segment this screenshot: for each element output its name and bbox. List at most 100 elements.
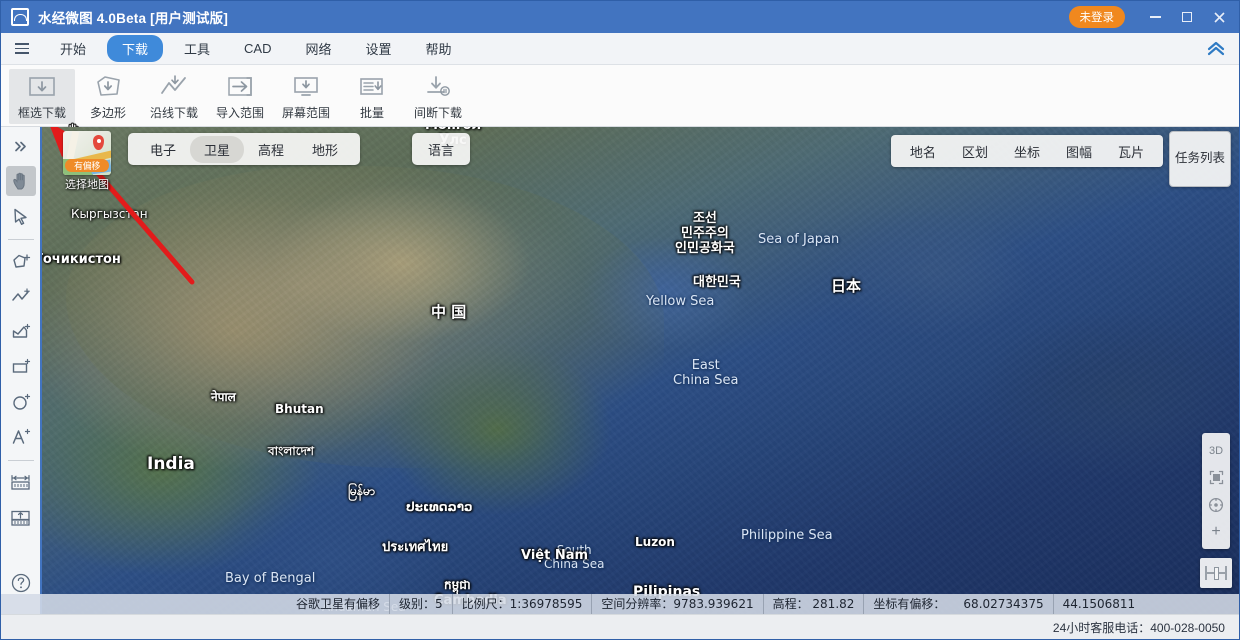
batch-button[interactable]: 批量	[339, 69, 405, 124]
interrupt-download-button[interactable]: 间断下载	[405, 69, 471, 124]
app-logo-icon	[11, 8, 29, 26]
expand-panel-button[interactable]	[6, 131, 36, 161]
rect-download-icon	[27, 73, 57, 101]
menu-item-help[interactable]: 帮助	[413, 35, 465, 62]
title-bar: 水经微图 4.0Beta [用户测试版] 未登录	[1, 1, 1239, 33]
status-scale: 比例尺：1:36978595	[453, 594, 593, 614]
status-coordinate-label: 坐标有偏移：	[864, 594, 954, 614]
zoom-slider-track	[1205, 572, 1227, 574]
circle-plus-icon	[11, 392, 31, 412]
rect-download-label: 框选下载	[18, 104, 66, 121]
text-plus-icon	[11, 427, 31, 447]
task-list-button[interactable]: 任务列表	[1169, 131, 1231, 187]
interrupt-download-icon	[423, 73, 453, 101]
screen-range-label: 屏幕范围	[282, 104, 330, 121]
ribbon-toolbar: 框选下载 多边形 沿线下载	[1, 65, 1239, 127]
add-circle-button[interactable]	[6, 387, 36, 417]
menu-item-network[interactable]: 网络	[293, 35, 345, 62]
overlay-toggle-mapsheet[interactable]: 图幅	[1053, 138, 1105, 165]
locate-button[interactable]	[1203, 491, 1229, 518]
status-zoom-level: 级别：5	[390, 594, 453, 614]
map-type-tab-terrain[interactable]: 地形	[298, 136, 352, 163]
status-resolution: 空间分辨率：9783.939621	[592, 594, 763, 614]
import-range-icon	[225, 73, 255, 101]
overlay-toggle-coordinates[interactable]: 坐标	[1001, 138, 1053, 165]
map-landmass-shading	[66, 166, 665, 468]
measure-area-button[interactable]	[6, 503, 36, 533]
map-source-thumbnail-icon: 有偏移	[63, 131, 111, 175]
close-button[interactable]	[1203, 1, 1235, 33]
minimize-button[interactable]	[1139, 1, 1171, 33]
map-source-chooser[interactable]: 有偏移 选择地图	[56, 131, 118, 192]
ruler-area-icon	[10, 508, 31, 528]
map-offset-badge: 有偏移	[65, 159, 109, 172]
menu-item-start[interactable]: 开始	[47, 35, 99, 62]
menu-item-cad[interactable]: CAD	[231, 37, 284, 60]
support-phone: 24小时客服电话：400-028-0050	[1053, 619, 1225, 636]
hand-icon	[11, 171, 31, 191]
maximize-icon	[1182, 12, 1192, 22]
status-map-source: 谷歌卫星有偏移	[287, 594, 390, 614]
zoom-in-button[interactable]: +	[1203, 518, 1229, 545]
overlay-toggle-placenames[interactable]: 地名	[897, 138, 949, 165]
select-tool-button[interactable]	[6, 201, 36, 231]
import-range-button[interactable]: 导入范围	[207, 69, 273, 124]
area-plus-icon	[11, 322, 31, 342]
overlay-toggle-districts[interactable]: 区划	[949, 138, 1001, 165]
rectangle-plus-icon	[11, 357, 31, 377]
map-sea-shading	[736, 205, 1071, 419]
measure-distance-button[interactable]	[6, 468, 36, 498]
polyline-download-label: 沿线下载	[150, 104, 198, 121]
maximize-button[interactable]	[1171, 1, 1203, 33]
map-type-tab-elevation[interactable]: 高程	[244, 136, 298, 163]
add-area-button[interactable]	[6, 317, 36, 347]
zoom-slider[interactable]	[1200, 558, 1232, 588]
login-status-badge[interactable]: 未登录	[1069, 6, 1126, 28]
fullscreen-button[interactable]	[1203, 464, 1229, 491]
three-d-button[interactable]: 3D	[1203, 437, 1229, 464]
zoom-slider-thumb[interactable]	[1214, 567, 1219, 580]
pan-tool-button[interactable]	[6, 166, 36, 196]
cursor-arrow-icon	[11, 207, 30, 226]
map-view-controls: 3D +	[1202, 433, 1230, 549]
map-type-tab-satellite[interactable]: 卫星	[190, 136, 244, 163]
screen-range-button[interactable]: 屏幕范围	[273, 69, 339, 124]
rect-download-button[interactable]: 框选下载	[9, 69, 75, 124]
add-polygon-button[interactable]	[6, 247, 36, 277]
workspace: МонголУлсКыргызстанТочикистон中 国조선민주주의인민…	[1, 127, 1239, 614]
map-type-tabs: 电子 卫星 高程 地形	[128, 133, 360, 165]
add-rectangle-button[interactable]	[6, 352, 36, 382]
menu-item-settings[interactable]: 设置	[353, 35, 405, 62]
polyline-download-button[interactable]: 沿线下载	[141, 69, 207, 124]
double-chevron-up-icon	[1206, 40, 1226, 58]
menu-bar: 开始 下载 工具 CAD 网络 设置 帮助	[1, 33, 1239, 65]
overlay-toggle-tiles[interactable]: 瓦片	[1105, 138, 1157, 165]
map-chooser-label: 选择地图	[65, 176, 109, 192]
ruler-distance-icon	[10, 473, 31, 493]
toolbar-divider-2	[8, 460, 34, 461]
hamburger-menu-icon[interactable]	[7, 37, 37, 61]
polyline-plus-icon	[11, 287, 31, 307]
polygon-download-label: 多边形	[90, 104, 126, 121]
close-icon	[1213, 11, 1226, 24]
window-controls: 未登录	[1069, 1, 1236, 33]
fullscreen-icon	[1209, 470, 1224, 485]
status-bar: 谷歌卫星有偏移 级别：5 比例尺：1:36978595 空间分辨率：9783.9…	[1, 594, 1239, 614]
toolbar-divider	[8, 239, 34, 240]
batch-label: 批量	[360, 104, 384, 121]
polygon-download-icon	[93, 73, 123, 101]
polygon-download-button[interactable]: 多边形	[75, 69, 141, 124]
add-text-button[interactable]	[6, 422, 36, 452]
polygon-plus-icon	[11, 252, 31, 272]
menu-item-tools[interactable]: 工具	[171, 35, 223, 62]
map-type-tab-electronic[interactable]: 电子	[136, 136, 190, 163]
map-overlay-toggles: 地名 区划 坐标 图幅 瓦片	[891, 135, 1163, 167]
add-polyline-button[interactable]	[6, 282, 36, 312]
import-range-label: 导入范围	[216, 104, 264, 121]
map-canvas[interactable]: МонголУлсКыргызстанТочикистон中 国조선민주주의인민…	[41, 127, 1239, 614]
menu-item-download[interactable]: 下载	[107, 35, 163, 62]
language-button[interactable]: 语言	[412, 133, 470, 165]
support-bar: 24小时客服电话：400-028-0050	[1, 614, 1239, 639]
collapse-ribbon-button[interactable]	[1199, 35, 1233, 62]
double-chevron-right-icon	[12, 138, 29, 155]
